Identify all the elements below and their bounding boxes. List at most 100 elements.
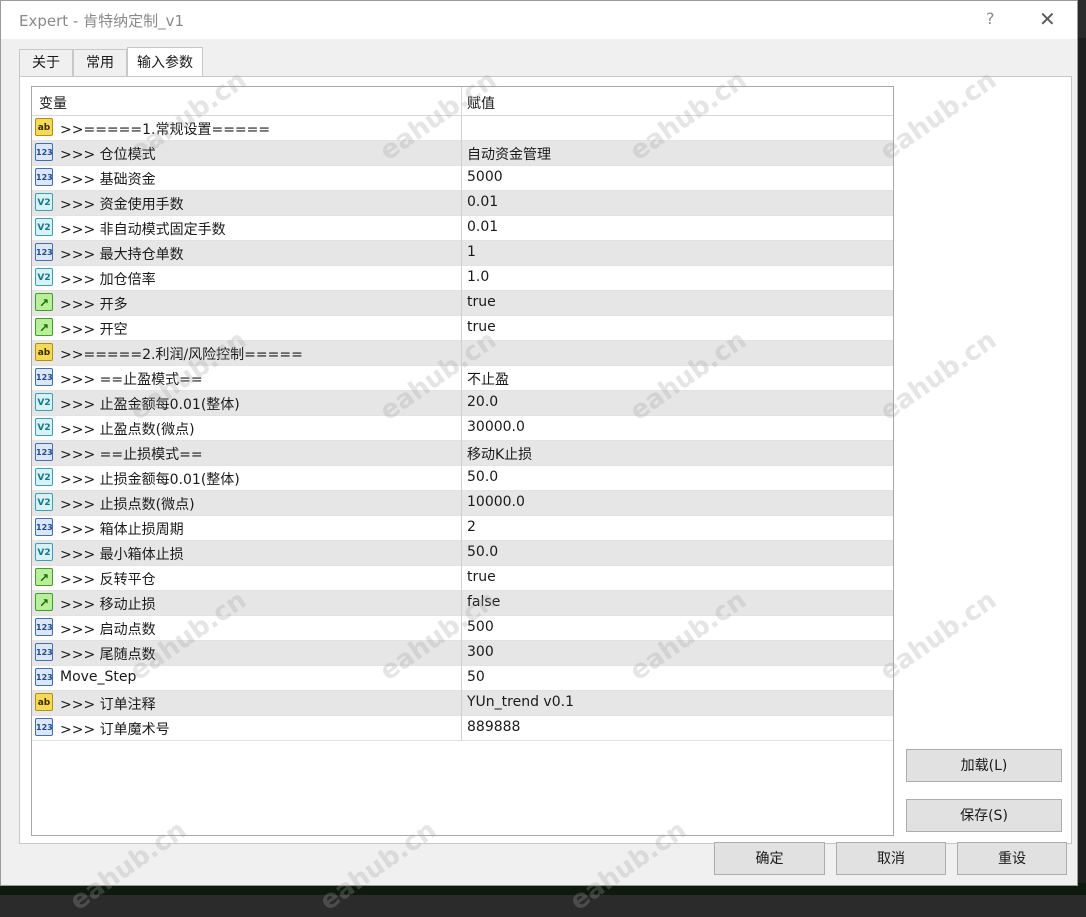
parameter-value[interactable]: 5000 bbox=[467, 169, 503, 185]
load-button[interactable]: 加载(L) bbox=[906, 749, 1062, 782]
parameter-name: >>> 箱体止损周期 bbox=[60, 522, 184, 538]
parameter-row[interactable]: ab >>=====1.常规设置===== bbox=[32, 116, 893, 141]
tab-common[interactable]: 常用 bbox=[73, 49, 127, 76]
parameter-row[interactable]: 123 >>> 仓位模式 自动资金管理 bbox=[32, 141, 893, 166]
parameter-value[interactable]: 0.01 bbox=[467, 194, 498, 210]
parameter-value[interactable]: true bbox=[467, 294, 496, 310]
parameter-row[interactable]: V2 >>> 加仓倍率 1.0 bbox=[32, 266, 893, 291]
parameter-row[interactable]: V2 >>> 止损点数(微点) 10000.0 bbox=[32, 491, 893, 516]
parameter-row[interactable]: ↗ >>> 开多 true bbox=[32, 291, 893, 316]
parameter-row[interactable]: ↗ >>> 反转平仓 true bbox=[32, 566, 893, 591]
parameter-value[interactable]: 50 bbox=[467, 669, 485, 685]
parameter-name: >>> 订单魔术号 bbox=[60, 722, 170, 738]
type-bool-icon: ↗ bbox=[35, 568, 53, 586]
parameter-row[interactable]: ↗ >>> 移动止损 false bbox=[32, 591, 893, 616]
cell-divider bbox=[461, 316, 462, 341]
parameter-value[interactable]: YUn_trend v0.1 bbox=[467, 694, 574, 710]
cell-divider bbox=[461, 291, 462, 316]
parameter-value[interactable]: true bbox=[467, 319, 496, 335]
parameter-value[interactable]: 50.0 bbox=[467, 469, 498, 485]
parameter-value[interactable]: false bbox=[467, 594, 500, 610]
type-v2-icon: V2 bbox=[35, 268, 53, 286]
cell-divider bbox=[461, 116, 462, 141]
window-title: Expert - 肯特纳定制_v1 bbox=[19, 12, 185, 30]
parameter-value[interactable]: 移动K止损 bbox=[467, 444, 532, 464]
cell-divider bbox=[461, 691, 462, 716]
parameter-name: >>> ==止盈模式== bbox=[60, 372, 203, 388]
parameter-value[interactable]: 10000.0 bbox=[467, 494, 525, 510]
cell-divider bbox=[461, 241, 462, 266]
parameter-row[interactable]: ab >>=====2.利润/风险控制===== bbox=[32, 341, 893, 366]
parameter-name: >>> 资金使用手数 bbox=[60, 197, 184, 213]
type-123-icon: 123 bbox=[35, 718, 53, 736]
parameter-row[interactable]: 123 >>> 启动点数 500 bbox=[32, 616, 893, 641]
parameter-row[interactable]: 123 >>> 基础资金 5000 bbox=[32, 166, 893, 191]
reset-button[interactable]: 重设 bbox=[957, 842, 1067, 875]
column-header-variable[interactable]: 变量 bbox=[39, 93, 67, 113]
parameter-value[interactable]: 2 bbox=[467, 519, 476, 535]
parameter-row[interactable]: V2 >>> 止盈点数(微点) 30000.0 bbox=[32, 416, 893, 441]
cell-divider bbox=[461, 616, 462, 641]
parameter-row[interactable]: ab >>> 订单注释 YUn_trend v0.1 bbox=[32, 691, 893, 716]
type-v2-icon: V2 bbox=[35, 418, 53, 436]
type-123-icon: 123 bbox=[35, 618, 53, 636]
parameter-name: >>> 加仓倍率 bbox=[60, 272, 156, 288]
parameter-value[interactable]: 30000.0 bbox=[467, 419, 525, 435]
parameter-name: >>> 开空 bbox=[60, 322, 128, 338]
parameter-row[interactable]: 123 >>> 订单魔术号 889888 bbox=[32, 716, 893, 741]
save-button[interactable]: 保存(S) bbox=[906, 799, 1062, 832]
cell-divider bbox=[461, 191, 462, 216]
cell-divider bbox=[461, 666, 462, 691]
parameter-value[interactable]: 50.0 bbox=[467, 544, 498, 560]
parameter-row[interactable]: V2 >>> 止盈金额每0.01(整体) 20.0 bbox=[32, 391, 893, 416]
type-bool-icon: ↗ bbox=[35, 293, 53, 311]
parameter-row[interactable]: ↗ >>> 开空 true bbox=[32, 316, 893, 341]
cancel-button[interactable]: 取消 bbox=[836, 842, 946, 875]
ok-button[interactable]: 确定 bbox=[714, 842, 825, 875]
parameter-row[interactable]: V2 >>> 止损金额每0.01(整体) 50.0 bbox=[32, 466, 893, 491]
type-v2-icon: V2 bbox=[35, 543, 53, 561]
parameter-value[interactable]: 20.0 bbox=[467, 394, 498, 410]
cell-divider bbox=[461, 566, 462, 591]
parameter-name: >>> 止损点数(微点) bbox=[60, 497, 195, 513]
cell-divider bbox=[461, 641, 462, 666]
type-ab-icon: ab bbox=[35, 343, 53, 361]
close-icon[interactable]: ✕ bbox=[1039, 7, 1056, 31]
parameter-row[interactable]: 123 >>> ==止损模式== 移动K止损 bbox=[32, 441, 893, 466]
tab-inputs[interactable]: 输入参数 bbox=[127, 47, 203, 77]
title-bar[interactable]: Expert - 肯特纳定制_v1 ? ✕ bbox=[1, 1, 1077, 39]
grid-rows: ab >>=====1.常规设置===== 123 >>> 仓位模式 自动资金管理 123… bbox=[32, 116, 893, 741]
parameter-value[interactable]: 1 bbox=[467, 244, 476, 260]
parameter-value[interactable]: 1.0 bbox=[467, 269, 489, 285]
type-ab-icon: ab bbox=[35, 693, 53, 711]
column-header-value[interactable]: 赋值 bbox=[467, 93, 495, 113]
parameter-value[interactable]: 500 bbox=[467, 619, 494, 635]
cell-divider bbox=[461, 491, 462, 516]
cell-divider bbox=[461, 441, 462, 466]
parameter-value[interactable]: 889888 bbox=[467, 719, 520, 735]
parameter-row[interactable]: 123 >>> 尾随点数 300 bbox=[32, 641, 893, 666]
parameter-row[interactable]: V2 >>> 最小箱体止损 50.0 bbox=[32, 541, 893, 566]
type-ab-icon: ab bbox=[35, 118, 53, 136]
parameter-value[interactable]: 自动资金管理 bbox=[467, 144, 551, 164]
column-divider[interactable] bbox=[461, 87, 462, 115]
parameter-row[interactable]: 123 >>> 最大持仓单数 1 bbox=[32, 241, 893, 266]
parameter-value[interactable]: true bbox=[467, 569, 496, 585]
parameter-row[interactable]: V2 >>> 非自动模式固定手数 0.01 bbox=[32, 216, 893, 241]
parameter-name: >>> 最大持仓单数 bbox=[60, 247, 184, 263]
parameter-row[interactable]: 123 >>> ==止盈模式== 不止盈 bbox=[32, 366, 893, 391]
cell-divider bbox=[461, 266, 462, 291]
parameter-value[interactable]: 300 bbox=[467, 644, 494, 660]
type-123-icon: 123 bbox=[35, 443, 53, 461]
type-123-icon: 123 bbox=[35, 168, 53, 186]
parameter-row[interactable]: V2 >>> 资金使用手数 0.01 bbox=[32, 191, 893, 216]
type-v2-icon: V2 bbox=[35, 193, 53, 211]
cell-divider bbox=[461, 416, 462, 441]
help-icon[interactable]: ? bbox=[986, 9, 995, 28]
parameter-row[interactable]: 123 >>> 箱体止损周期 2 bbox=[32, 516, 893, 541]
parameter-row[interactable]: 123 Move_Step 50 bbox=[32, 666, 893, 691]
parameter-value[interactable]: 不止盈 bbox=[467, 369, 509, 389]
tab-about[interactable]: 关于 bbox=[19, 49, 73, 76]
parameter-name: >>> 止盈点数(微点) bbox=[60, 422, 195, 438]
parameter-value[interactable]: 0.01 bbox=[467, 219, 498, 235]
